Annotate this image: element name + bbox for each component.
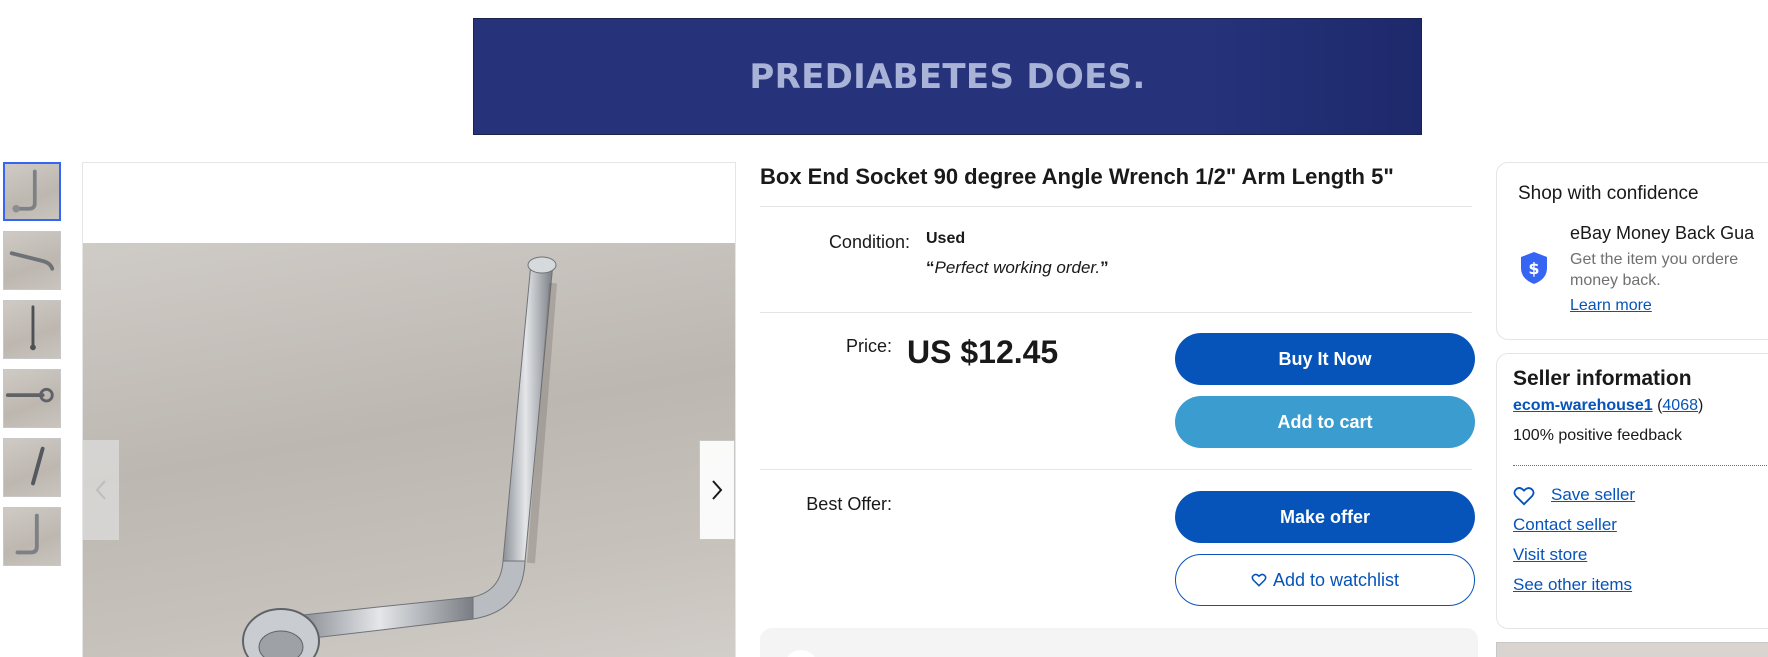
- make-offer-button[interactable]: Make offer: [1175, 491, 1475, 543]
- thumbnail-3[interactable]: [3, 300, 61, 359]
- title-divider: [760, 206, 1472, 207]
- chevron-left-icon: [95, 480, 106, 500]
- save-seller-link[interactable]: Save seller: [1551, 485, 1635, 505]
- condition-divider: [760, 312, 1472, 313]
- seller-information-card: Seller information ecom-warehouse1 (4068…: [1496, 353, 1768, 629]
- see-other-items-link[interactable]: See other items: [1513, 575, 1632, 595]
- best-offer-label: Best Offer:: [806, 494, 892, 514]
- thumbnail-strip: [3, 162, 61, 576]
- wrench-thumbnail-image: [31, 446, 45, 486]
- money-back-description-line-1: Get the item you ordere: [1570, 251, 1739, 268]
- wrench-thumbnail-image: [12, 169, 37, 213]
- previous-image-button[interactable]: [83, 440, 119, 540]
- seller-divider: [1513, 465, 1768, 466]
- wrench-thumbnail-image: [5, 387, 54, 403]
- price-value: US $12.45: [907, 334, 1059, 370]
- money-back-description: Get the item you ordere money back.: [1570, 249, 1768, 291]
- thumbnail-4[interactable]: [3, 369, 61, 428]
- main-product-image[interactable]: [82, 162, 736, 657]
- add-to-watchlist-label: Add to watchlist: [1272, 569, 1400, 590]
- add-to-watchlist-button[interactable]: Add to watchlist: [1175, 554, 1475, 606]
- visit-store-link[interactable]: Visit store: [1513, 545, 1587, 565]
- money-back-title: eBay Money Back Gua: [1570, 223, 1755, 243]
- confidence-title: Shop with confidence: [1518, 183, 1699, 204]
- money-back-description-line-2: money back.: [1570, 272, 1661, 289]
- feedback-count-link[interactable]: 4068: [1662, 397, 1698, 414]
- ad-banner[interactable]: PREDIABETES DOES.: [473, 18, 1422, 135]
- heart-icon[interactable]: [1513, 486, 1535, 506]
- chevron-right-icon: [712, 480, 723, 500]
- wrench-thumbnail-image: [15, 513, 39, 555]
- lower-info-panel: [760, 628, 1478, 657]
- condition-label: Condition:: [828, 232, 910, 252]
- thumbnail-6[interactable]: [3, 507, 61, 566]
- price-label: Price:: [845, 336, 892, 356]
- heart-icon: [1251, 573, 1267, 587]
- condition-note: “Perfect working order.”: [926, 258, 1109, 278]
- add-to-cart-button[interactable]: Add to cart: [1175, 396, 1475, 448]
- thumbnail-2[interactable]: [3, 231, 61, 290]
- price-divider: [760, 469, 1472, 470]
- shield-dollar-icon: $: [1521, 252, 1547, 284]
- seller-info-title: Seller information: [1513, 367, 1692, 390]
- item-title: Box End Socket 90 degree Angle Wrench 1/…: [760, 164, 1394, 189]
- panel-icon-circle: [784, 650, 818, 657]
- quote-open: “: [926, 258, 935, 277]
- svg-text:$: $: [1528, 259, 1539, 278]
- wrench-photo: [242, 256, 557, 657]
- seller-name-link[interactable]: ecom-warehouse1: [1513, 397, 1653, 414]
- thumbnail-1[interactable]: [3, 162, 61, 221]
- condition-note-text: Perfect working order.: [934, 258, 1101, 277]
- wrench-thumbnail-image: [30, 305, 36, 351]
- learn-more-link[interactable]: Learn more: [1570, 297, 1652, 315]
- wrench-thumbnail-image: [9, 251, 55, 271]
- thumbnail-5[interactable]: [3, 438, 61, 497]
- partial-card-below: [1496, 642, 1768, 657]
- product-photo: [83, 243, 735, 657]
- seller-name-line: ecom-warehouse1 (4068): [1513, 397, 1703, 415]
- positive-feedback: 100% positive feedback: [1513, 427, 1682, 444]
- ad-text: PREDIABETES DOES.: [749, 57, 1146, 97]
- quote-close: ”: [1100, 258, 1109, 277]
- next-image-button[interactable]: [699, 440, 735, 540]
- feedback-count-close: ): [1697, 397, 1704, 414]
- shop-with-confidence-card: Shop with confidence $ eBay Money Back G…: [1496, 162, 1768, 340]
- buy-it-now-button[interactable]: Buy It Now: [1175, 333, 1475, 385]
- condition-value: Used: [926, 230, 966, 247]
- contact-seller-link[interactable]: Contact seller: [1513, 515, 1617, 535]
